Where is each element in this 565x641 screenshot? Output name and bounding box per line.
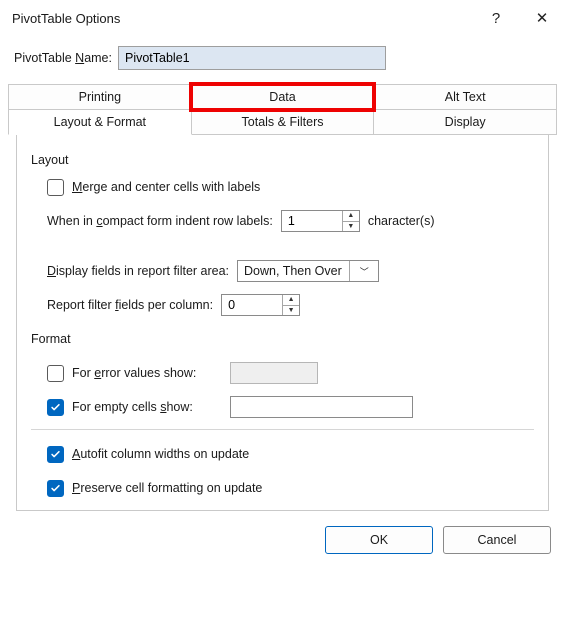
tabs: Printing Data Alt Text Layout & Format T… (8, 84, 557, 511)
filter-fields-label: Report filter fields per column: (47, 298, 213, 312)
tab-display[interactable]: Display (373, 109, 557, 135)
preserve-row: Preserve cell formatting on update (47, 476, 534, 500)
dialog-title: PivotTable Options (12, 11, 120, 26)
autofit-label: Autofit column widths on update (72, 447, 249, 461)
empty-cells-checkbox[interactable] (47, 399, 64, 416)
error-values-input (230, 362, 318, 384)
close-button[interactable]: ✕ (519, 0, 565, 36)
error-values-label: For error values show: (72, 366, 222, 380)
help-button[interactable]: ? (473, 0, 519, 36)
indent-up-icon[interactable]: ▲ (343, 211, 359, 222)
section-layout-title: Layout (31, 153, 534, 167)
indent-suffix: character(s) (368, 214, 435, 228)
divider (31, 429, 534, 430)
filter-fields-value[interactable] (222, 295, 282, 315)
indent-spinner[interactable]: ▲ ▼ (281, 210, 360, 232)
dialog-footer: OK Cancel (0, 511, 565, 569)
chevron-down-icon: ﹀ (349, 261, 378, 281)
tab-printing[interactable]: Printing (8, 84, 192, 110)
tab-alt-text[interactable]: Alt Text (373, 84, 557, 110)
display-fields-select[interactable]: Down, Then Over ﹀ (237, 260, 379, 282)
error-values-checkbox[interactable] (47, 365, 64, 382)
display-fields-label: Display fields in report filter area: (47, 264, 229, 278)
cancel-button[interactable]: Cancel (443, 526, 551, 554)
indent-row: When in compact form indent row labels: … (47, 209, 534, 233)
display-fields-value: Down, Then Over (244, 264, 349, 278)
help-icon: ? (492, 10, 500, 27)
filter-fields-spinner[interactable]: ▲ ▼ (221, 294, 300, 316)
preserve-label: Preserve cell formatting on update (72, 481, 262, 495)
filter-fields-row: Report filter fields per column: ▲ ▼ (47, 293, 534, 317)
tab-data[interactable]: Data (191, 84, 375, 110)
ok-button[interactable]: OK (325, 526, 433, 554)
display-fields-row: Display fields in report filter area: Do… (47, 259, 534, 283)
merge-center-row: Merge and center cells with labels (47, 175, 534, 199)
pivottable-name-row: PivotTable Name: (0, 36, 565, 84)
indent-down-icon[interactable]: ▼ (343, 222, 359, 232)
empty-cells-row: For empty cells show: (47, 395, 534, 419)
indent-label: When in compact form indent row labels: (47, 214, 273, 228)
empty-cells-input[interactable] (230, 396, 413, 418)
pivottable-name-input[interactable] (118, 46, 386, 70)
empty-cells-label: For empty cells show: (72, 400, 222, 414)
filter-down-icon[interactable]: ▼ (283, 306, 299, 316)
tab-layout-format[interactable]: Layout & Format (8, 109, 192, 135)
pivottable-name-label: PivotTable Name: (14, 51, 112, 65)
close-icon: ✕ (536, 9, 549, 27)
tab-panel-layout-format: Layout Merge and center cells with label… (16, 135, 549, 511)
titlebar: PivotTable Options ? ✕ (0, 0, 565, 36)
pivottable-options-dialog: PivotTable Options ? ✕ PivotTable Name: … (0, 0, 565, 641)
merge-center-label: Merge and center cells with labels (72, 180, 260, 194)
indent-value[interactable] (282, 211, 342, 231)
error-values-row: For error values show: (47, 361, 534, 385)
autofit-row: Autofit column widths on update (47, 442, 534, 466)
autofit-checkbox[interactable] (47, 446, 64, 463)
filter-up-icon[interactable]: ▲ (283, 295, 299, 306)
section-format-title: Format (31, 327, 534, 351)
preserve-checkbox[interactable] (47, 480, 64, 497)
merge-center-checkbox[interactable] (47, 179, 64, 196)
tab-totals-filters[interactable]: Totals & Filters (191, 109, 375, 135)
